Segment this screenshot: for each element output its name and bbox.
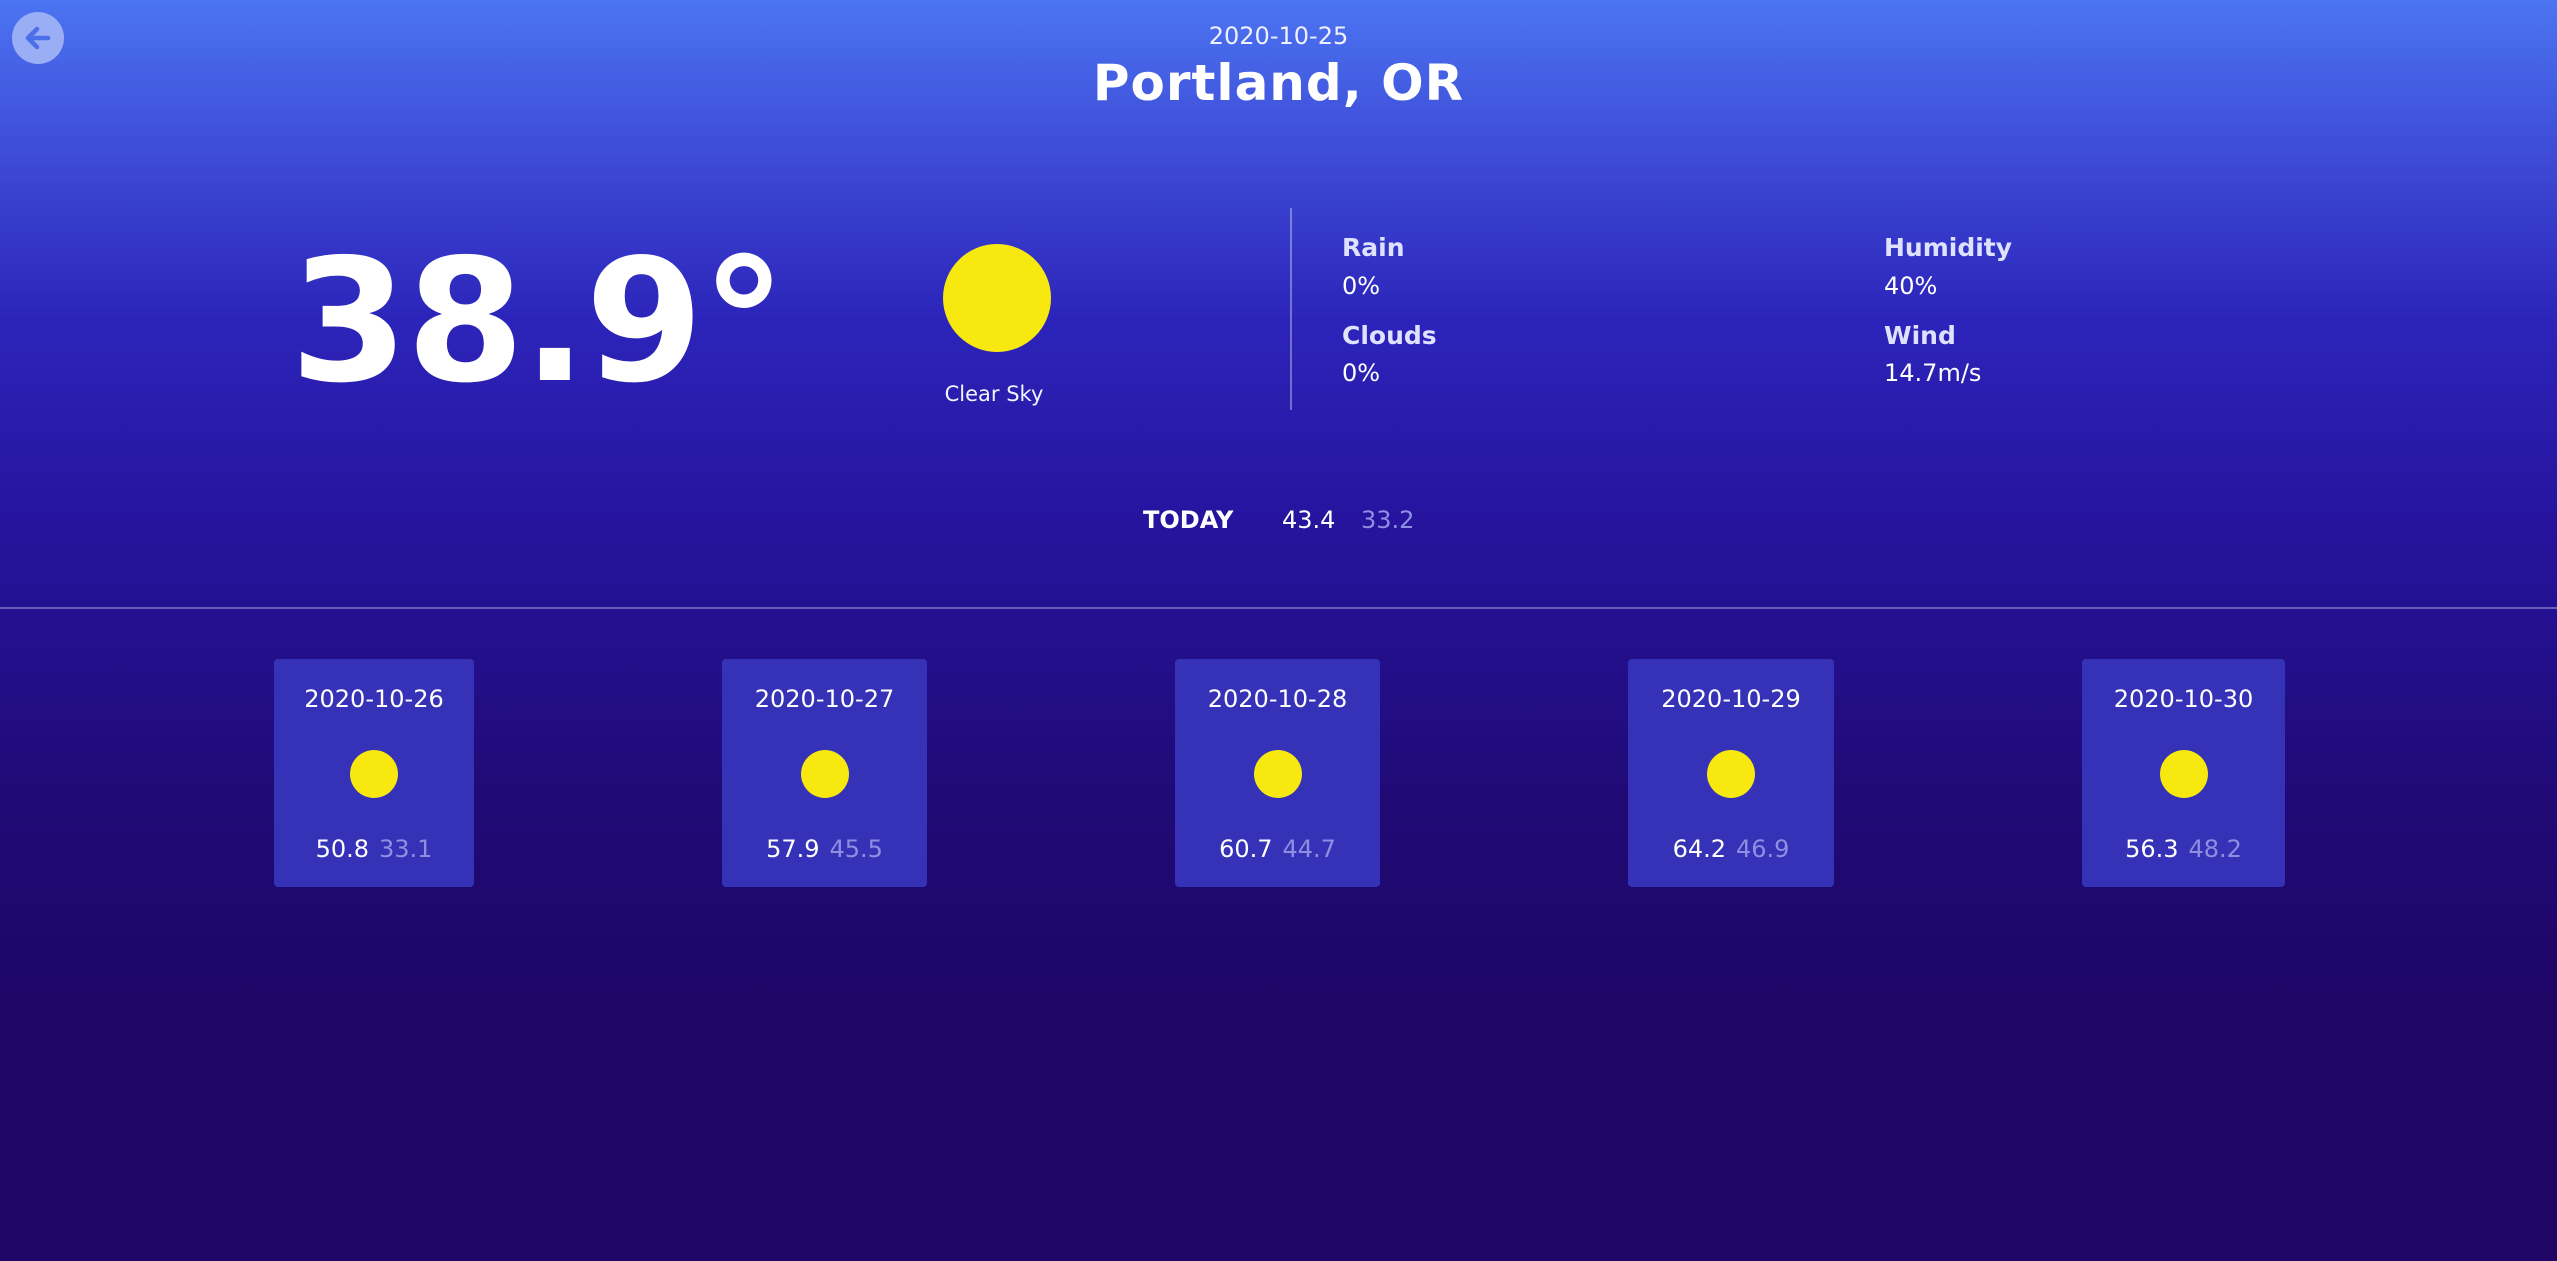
forecast-low: 44.7 (1282, 835, 1336, 863)
forecast-card[interactable]: 2020-10-28 60.7 44.7 (1175, 659, 1380, 887)
sun-icon (350, 750, 398, 798)
forecast-card[interactable]: 2020-10-27 57.9 45.5 (722, 659, 927, 887)
city-title: Portland, OR (1092, 54, 1465, 112)
forecast-low: 33.1 (379, 835, 433, 863)
forecast-date: 2020-10-26 (304, 685, 444, 713)
forecast-high: 56.3 (2125, 835, 2179, 863)
humidity-value: 40% (1884, 272, 1938, 300)
forecast-high: 50.8 (315, 835, 369, 863)
rain-value: 0% (1342, 272, 1381, 300)
sun-icon (943, 244, 1051, 352)
sun-icon (2159, 750, 2208, 798)
sun-icon (1253, 750, 1302, 798)
forecast-date: 2020-10-27 (754, 685, 895, 713)
wind-value: 14.7m/s (1884, 359, 1982, 387)
forecast-low: 48.2 (2188, 835, 2242, 863)
clouds-value: 0% (1342, 359, 1381, 387)
forecast-temps: 64.2 46.9 (1628, 835, 1834, 863)
forecast-temps: 50.8 33.1 (274, 835, 474, 863)
forecast-low: 46.9 (1736, 835, 1790, 863)
today-label: TODAY (1143, 506, 1234, 534)
rain-label: Rain (1342, 233, 1405, 262)
clouds-label: Clouds (1342, 321, 1437, 350)
forecast-temps: 56.3 48.2 (2082, 835, 2285, 863)
forecast-high: 60.7 (1219, 835, 1273, 863)
sun-icon (800, 750, 849, 798)
forecast-temps: 57.9 45.5 (722, 835, 927, 863)
today-low: 33.2 (1361, 506, 1415, 534)
forecast-date: 2020-10-29 (1661, 685, 1801, 713)
vertical-divider (1290, 208, 1292, 410)
horizontal-divider (0, 607, 2557, 609)
forecast-low: 45.5 (829, 835, 883, 863)
forecast-card[interactable]: 2020-10-29 64.2 46.9 (1628, 659, 1834, 887)
today-high: 43.4 (1282, 506, 1336, 534)
forecast-date: 2020-10-30 (2113, 685, 2254, 713)
forecast-high: 64.2 (1672, 835, 1726, 863)
sun-icon (1707, 750, 1755, 798)
forecast-high: 57.9 (766, 835, 820, 863)
forecast-temps: 60.7 44.7 (1175, 835, 1380, 863)
forecast-date: 2020-10-28 (1207, 685, 1348, 713)
condition-label: Clear Sky (944, 382, 1044, 406)
current-temperature: 38.9° (290, 223, 786, 421)
forecast-card[interactable]: 2020-10-30 56.3 48.2 (2082, 659, 2285, 887)
forecast-card[interactable]: 2020-10-26 50.8 33.1 (274, 659, 474, 887)
wind-label: Wind (1884, 321, 1956, 350)
header-date: 2020-10-25 (1208, 22, 1349, 50)
humidity-label: Humidity (1884, 233, 2013, 262)
